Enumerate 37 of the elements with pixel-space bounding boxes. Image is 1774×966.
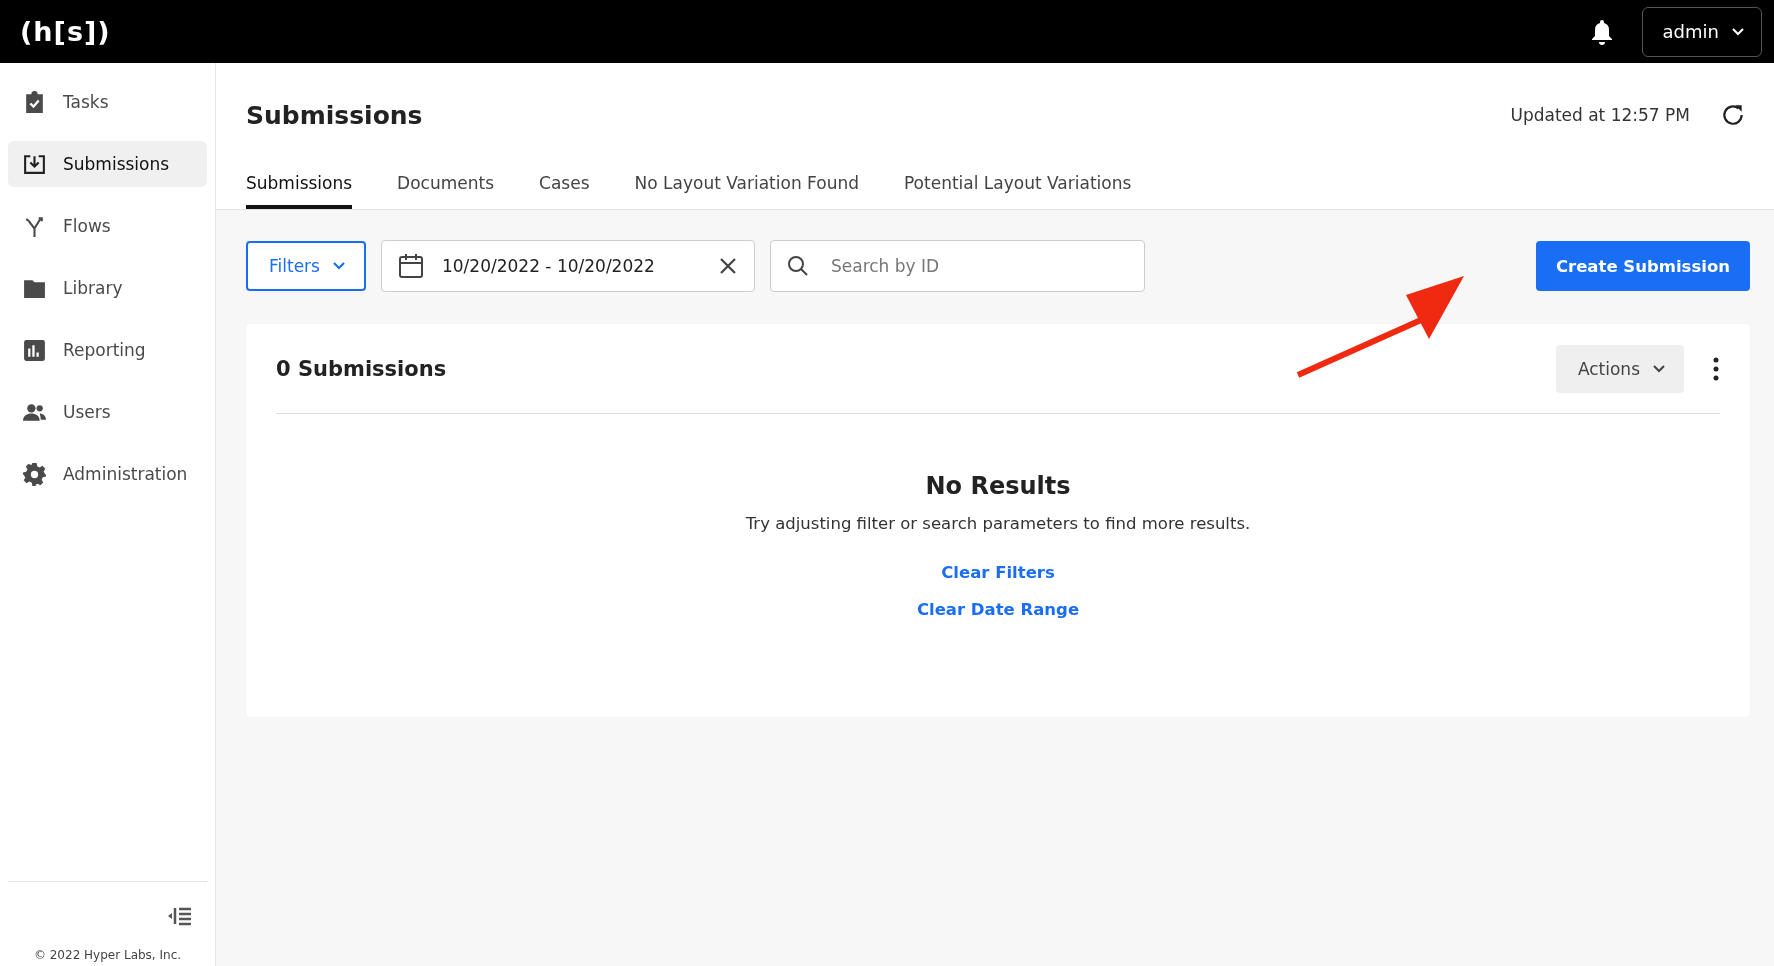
tab[interactable]: Cases bbox=[539, 165, 590, 209]
empty-state-title: No Results bbox=[925, 472, 1071, 500]
chevron-down-icon bbox=[1731, 26, 1745, 37]
updated-time: Updated at 12:57 PM bbox=[1510, 105, 1690, 125]
chevron-down-icon bbox=[331, 261, 346, 271]
tab[interactable]: Potential Layout Variations bbox=[903, 165, 1132, 209]
logo[interactable]: (h[s]) bbox=[20, 16, 111, 47]
settings-icon bbox=[22, 461, 47, 487]
page-title: Submissions bbox=[246, 100, 423, 130]
user-menu[interactable]: admin bbox=[1641, 6, 1762, 57]
tab[interactable]: No Layout Variation Found bbox=[634, 165, 859, 209]
empty-state-text: Try adjusting filter or search parameters to find more results. bbox=[745, 514, 1251, 533]
clear-link[interactable]: Clear Date Range bbox=[916, 600, 1080, 619]
filters-button[interactable]: Filters bbox=[246, 241, 366, 291]
sidebar-item[interactable]: Tasks bbox=[8, 79, 207, 125]
collapse-sidebar-icon[interactable] bbox=[167, 906, 193, 926]
sidebar-item[interactable]: Submissions bbox=[8, 141, 207, 187]
bell-icon[interactable] bbox=[1589, 18, 1614, 45]
tab[interactable]: Documents bbox=[397, 165, 495, 209]
close-icon[interactable] bbox=[717, 256, 738, 276]
actions-button[interactable]: Actions bbox=[1555, 344, 1684, 393]
sidebar-item[interactable]: Users bbox=[8, 389, 207, 435]
search-field[interactable]: Search by ID bbox=[769, 240, 1145, 292]
refresh-icon[interactable] bbox=[1720, 102, 1746, 128]
date-range-field[interactable]: 10/20/2022 - 10/20/2022 bbox=[380, 240, 755, 292]
sidebar-item[interactable]: Administration bbox=[8, 451, 207, 497]
create-submission-button[interactable]: Create Submission bbox=[1535, 241, 1750, 291]
bar-chart-icon bbox=[22, 337, 47, 363]
chevron-down-icon bbox=[1652, 363, 1666, 374]
copyright-text: © 2022 Hyper Labs, Inc. bbox=[33, 948, 182, 962]
tab[interactable]: Submissions bbox=[246, 165, 353, 209]
sidebar-item[interactable]: Library bbox=[8, 265, 207, 311]
sidebar-item[interactable]: Reporting bbox=[8, 327, 207, 373]
clear-link[interactable]: Clear Filters bbox=[941, 563, 1055, 582]
results-count: 0 Submissions bbox=[276, 356, 447, 381]
calendar-icon bbox=[397, 253, 424, 279]
sidebar-item[interactable]: Flows bbox=[8, 203, 207, 249]
